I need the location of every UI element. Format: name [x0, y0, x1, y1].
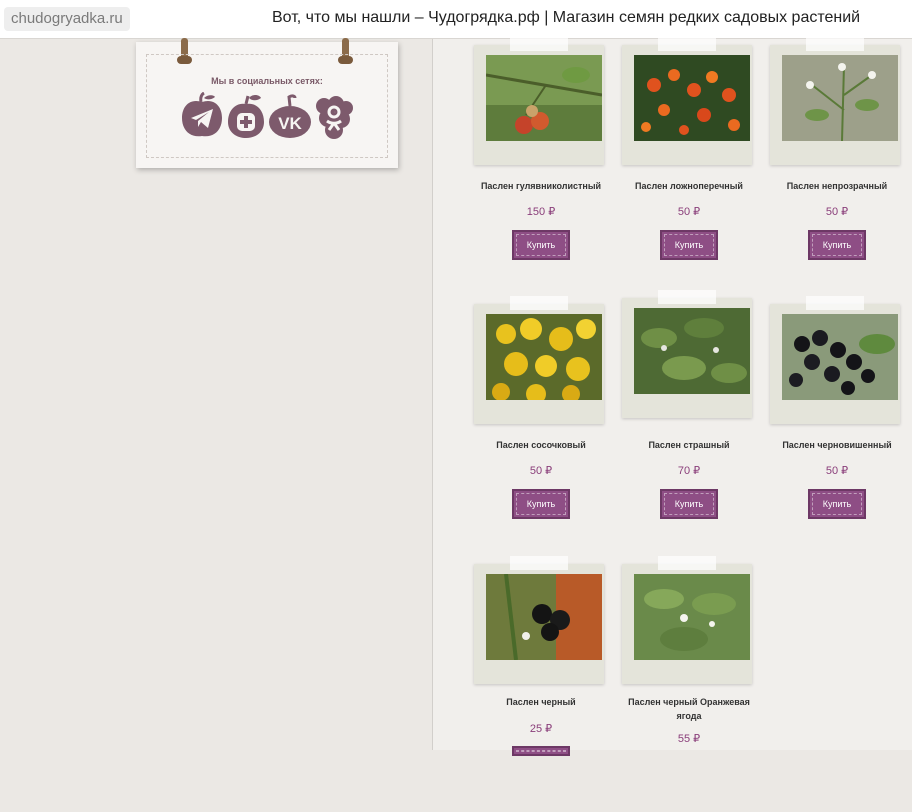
product-price: 50 ₽ [825, 465, 849, 477]
buy-button[interactable]: Купить [808, 489, 866, 519]
tape-decoration [510, 556, 568, 570]
tape-decoration [510, 296, 568, 310]
buy-button[interactable]: Купить [660, 489, 718, 519]
product-card: Паслен страшный 70 ₽ Купить [622, 290, 770, 552]
product-card: Паслен сосочковый 50 ₽ Купить [474, 296, 622, 552]
product-price: 55 ₽ [677, 733, 701, 745]
site-domain[interactable]: chudogryadka.ru [4, 7, 130, 31]
buy-button[interactable] [512, 746, 570, 756]
social-heading: Мы в социальных сетях: [211, 76, 323, 86]
product-photo-frame[interactable] [622, 556, 752, 684]
product-name[interactable]: Паслен гулявниколистный [474, 179, 608, 193]
tape-decoration [806, 296, 864, 310]
product-photo[interactable] [486, 314, 602, 400]
product-photo-frame[interactable] [622, 37, 752, 165]
browser-top-bar: chudogryadka.ru Вот, что мы нашли – Чудо… [0, 0, 912, 39]
product-name[interactable]: Паслен черный [474, 695, 608, 709]
buy-button[interactable]: Купить [660, 230, 718, 260]
product-photo[interactable] [634, 574, 750, 660]
product-card: Паслен ложноперечный 50 ₽ Купить [622, 37, 770, 293]
product-photo[interactable] [634, 55, 750, 141]
product-name[interactable]: Паслен сосочковый [474, 438, 608, 452]
product-card: Паслен гулявниколистный 150 ₽ Купить [474, 37, 622, 293]
product-price: 25 ₽ [529, 723, 553, 735]
vk-icon[interactable]: VK [268, 92, 312, 140]
ok-icon[interactable] [312, 92, 356, 140]
buy-button[interactable]: Купить [512, 489, 570, 519]
product-photo-frame[interactable] [474, 296, 604, 424]
product-photo[interactable] [486, 574, 602, 660]
left-sidebar: Мы в социальных сетях: VK [0, 38, 432, 750]
tape-decoration [510, 37, 568, 51]
product-photo[interactable] [486, 55, 602, 141]
product-card: Паслен черный 25 ₽ [474, 556, 622, 812]
social-card: Мы в социальных сетях: VK [136, 38, 398, 168]
product-grid: Паслен гулявниколистный 150 ₽ Купить Пас… [433, 37, 912, 756]
tape-decoration [658, 290, 716, 304]
tape-decoration [658, 37, 716, 51]
product-price: 50 ₽ [677, 206, 701, 218]
product-photo-frame[interactable] [474, 556, 604, 684]
product-photo-frame[interactable] [770, 296, 900, 424]
product-photo[interactable] [634, 308, 750, 394]
product-photo[interactable] [782, 55, 898, 141]
product-price: 150 ₽ [526, 206, 556, 218]
tape-decoration [806, 37, 864, 51]
product-name[interactable]: Паслен страшный [622, 438, 756, 452]
product-price: 50 ₽ [529, 465, 553, 477]
product-price: 70 ₽ [677, 465, 701, 477]
buy-button[interactable]: Купить [512, 230, 570, 260]
product-photo[interactable] [782, 314, 898, 400]
social-icons: VK [180, 91, 360, 142]
product-photo-frame[interactable] [622, 290, 752, 418]
odnoklassniki-plus-icon[interactable] [224, 92, 268, 140]
buy-button[interactable]: Купить [808, 230, 866, 260]
tape-decoration [658, 556, 716, 570]
product-photo-frame[interactable] [770, 37, 900, 165]
telegram-icon[interactable] [180, 91, 224, 140]
product-name[interactable]: Паслен черный Оранжевая ягода [622, 695, 756, 723]
product-name[interactable]: Паслен непрозрачный [770, 179, 904, 193]
product-name[interactable]: Паслен черновишенный [770, 438, 904, 452]
product-card: Паслен черновишенный 50 ₽ Купить [770, 296, 912, 552]
page-title: Вот, что мы нашли – Чудогрядка.рф | Мага… [272, 9, 861, 26]
svg-text:VK: VK [278, 114, 302, 133]
product-name[interactable]: Паслен ложноперечный [622, 179, 756, 193]
product-card: Паслен черный Оранжевая ягода 55 ₽ [622, 556, 770, 812]
product-photo-frame[interactable] [474, 37, 604, 165]
product-price: 50 ₽ [825, 206, 849, 218]
product-card: Паслен непрозрачный 50 ₽ Купить [770, 37, 912, 293]
